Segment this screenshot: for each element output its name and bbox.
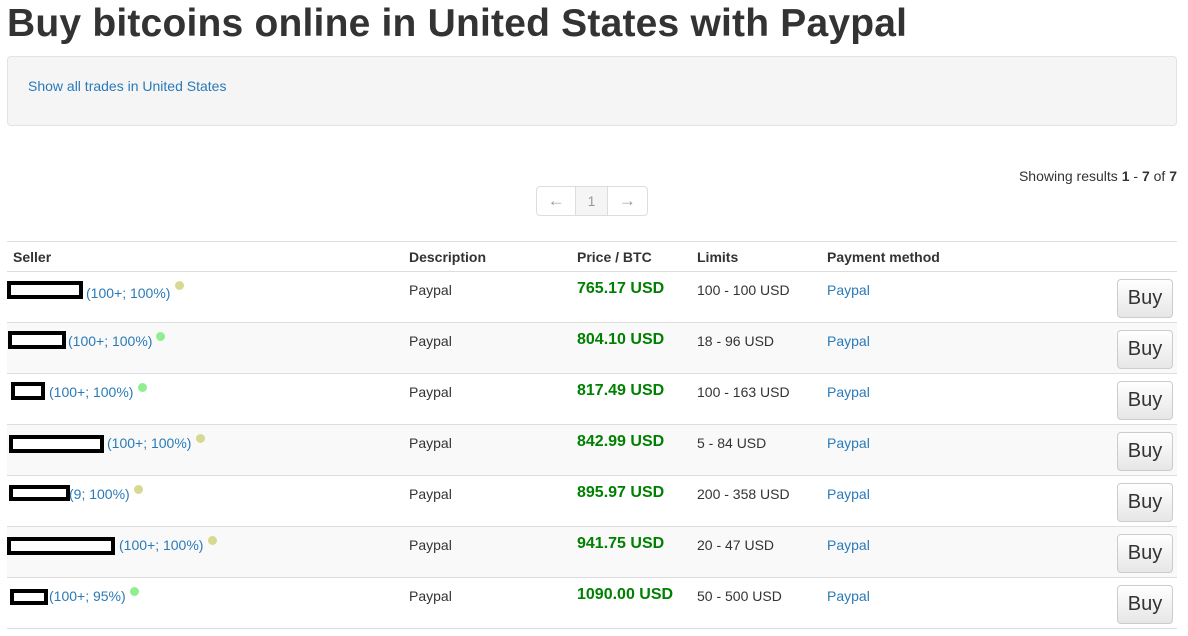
table-row: (100+; 100%) Paypal 804.10 USD 18 - 96 U… <box>7 323 1177 374</box>
payment-method-link[interactable]: Paypal <box>827 588 870 604</box>
show-all-trades-link[interactable]: Show all trades in United States <box>28 78 226 94</box>
seller-feedback-link[interactable]: (100+; 100%) <box>49 384 133 400</box>
table-row: (9; 100%) Paypal 895.97 USD 200 - 358 US… <box>7 476 1177 527</box>
table-row: (100+; 100%) Paypal 842.99 USD 5 - 84 US… <box>7 425 1177 476</box>
limits: 100 - 163 USD <box>697 384 790 400</box>
header-price: Price / BTC <box>577 249 652 265</box>
limits: 50 - 500 USD <box>697 588 782 604</box>
redacted-seller-name <box>8 331 66 349</box>
price: 804.10 USD <box>577 331 665 348</box>
status-dot-icon <box>156 332 165 341</box>
seller-feedback-link[interactable]: (9; 100%) <box>69 486 130 502</box>
payment-method-link[interactable]: Paypal <box>827 333 870 349</box>
results-total: 7 <box>1169 168 1177 184</box>
limits: 100 - 100 USD <box>697 282 790 298</box>
pagination: ← 1 → <box>536 186 648 216</box>
price: 817.49 USD <box>577 382 665 399</box>
buy-button[interactable]: Buy <box>1117 483 1173 522</box>
offers-table: Seller Description Price / BTC Limits Pa… <box>7 241 1177 629</box>
limits: 200 - 358 USD <box>697 486 790 502</box>
results-summary: Showing results 1 - 7 of 7 <box>1018 168 1177 184</box>
page-title: Buy bitcoins online in United States wit… <box>7 2 908 45</box>
limits: 20 - 47 USD <box>697 537 775 553</box>
redacted-seller-name <box>11 382 45 400</box>
price: 1090.00 USD <box>577 586 674 603</box>
buy-button[interactable]: Buy <box>1117 534 1173 573</box>
status-dot-icon <box>208 536 217 545</box>
buy-button[interactable]: Buy <box>1117 279 1173 318</box>
seller-feedback-link[interactable]: (100+; 100%) <box>68 333 152 349</box>
filter-well: Show all trades in United States <box>7 56 1177 126</box>
buy-button[interactable]: Buy <box>1117 585 1173 624</box>
redacted-seller-name <box>9 435 104 453</box>
redacted-seller-name <box>9 485 70 501</box>
description: Paypal <box>409 435 452 451</box>
payment-method-link[interactable]: Paypal <box>827 384 870 400</box>
redacted-seller-name <box>7 281 83 299</box>
description: Paypal <box>409 333 452 349</box>
description: Paypal <box>409 588 452 604</box>
description: Paypal <box>409 282 452 298</box>
results-to: 7 <box>1141 168 1150 184</box>
buy-button[interactable]: Buy <box>1117 381 1173 420</box>
description: Paypal <box>409 384 452 400</box>
prev-page-button[interactable]: ← <box>537 187 577 215</box>
payment-method-link[interactable]: Paypal <box>827 435 870 451</box>
price: 895.97 USD <box>577 484 665 501</box>
limits: 18 - 96 USD <box>697 333 775 349</box>
description: Paypal <box>409 537 452 553</box>
seller-feedback-link[interactable]: (100+; 100%) <box>119 537 203 553</box>
table-row: (100+; 95%) Paypal 1090.00 USD 50 - 500 … <box>7 578 1177 629</box>
next-page-button[interactable]: → <box>608 187 647 215</box>
header-seller: Seller <box>13 249 52 265</box>
table-header: Seller Description Price / BTC Limits Pa… <box>7 242 1177 272</box>
header-limits: Limits <box>697 249 739 265</box>
price: 765.17 USD <box>577 280 665 297</box>
payment-method-link[interactable]: Paypal <box>827 486 870 502</box>
status-dot-icon <box>130 587 139 596</box>
buy-button[interactable]: Buy <box>1117 432 1173 471</box>
limits: 5 - 84 USD <box>697 435 767 451</box>
description: Paypal <box>409 486 452 502</box>
redacted-seller-name <box>10 589 48 605</box>
table-row: (100+; 100%) Paypal 941.75 USD 20 - 47 U… <box>7 527 1177 578</box>
seller-feedback-link[interactable]: (100+; 100%) <box>107 435 191 451</box>
seller-feedback-link[interactable]: (100+; 95%) <box>49 588 126 604</box>
buy-button[interactable]: Buy <box>1117 330 1173 369</box>
page-number-1[interactable]: 1 <box>576 187 608 215</box>
header-description: Description <box>409 249 487 265</box>
payment-method-link[interactable]: Paypal <box>827 537 870 553</box>
table-row: (100+; 100%) Paypal 817.49 USD 100 - 163… <box>7 374 1177 425</box>
table-row: (100+; 100%) Paypal 765.17 USD 100 - 100… <box>7 272 1177 323</box>
price: 941.75 USD <box>577 535 665 552</box>
status-dot-icon <box>196 434 205 443</box>
status-dot-icon <box>134 485 143 494</box>
seller-feedback-link[interactable]: (100+; 100%) <box>86 285 170 301</box>
header-payment-method: Payment method <box>827 249 940 265</box>
redacted-seller-name <box>7 537 115 555</box>
status-dot-icon <box>175 281 184 290</box>
payment-method-link[interactable]: Paypal <box>827 282 870 298</box>
price: 842.99 USD <box>577 433 665 450</box>
status-dot-icon <box>138 383 147 392</box>
